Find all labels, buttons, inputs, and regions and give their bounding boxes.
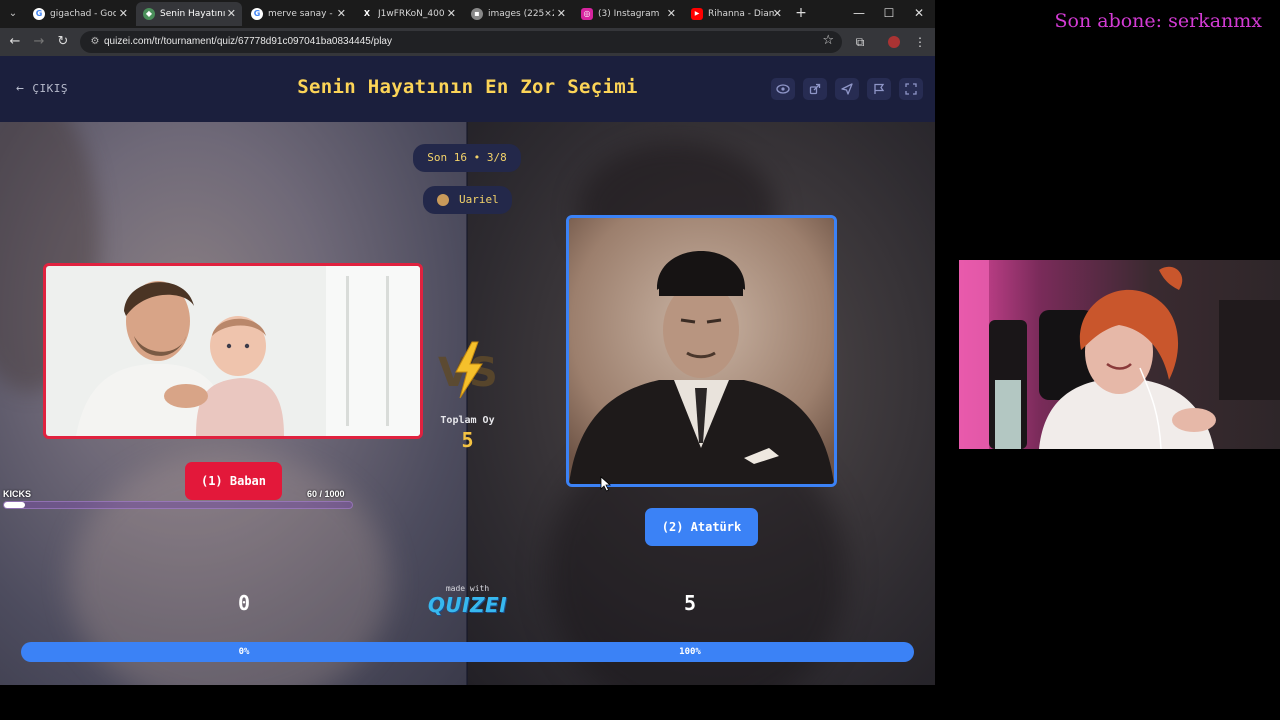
choice-left-button[interactable]: (1) Baban — [185, 462, 282, 500]
extensions-icon[interactable]: ⧉ — [850, 32, 870, 52]
kicks-label: KICKS — [3, 489, 32, 499]
tab-gigachad[interactable]: G gigachad - Goog ✕ — [26, 2, 134, 26]
tab-merve-sanay[interactable]: G merve sanay - Go ✕ — [244, 2, 352, 26]
quizei-logo[interactable]: QUIZEI — [420, 593, 515, 617]
total-votes-value: 5 — [461, 428, 474, 452]
mouse-cursor-icon — [600, 476, 612, 492]
flag-icon[interactable] — [867, 78, 891, 100]
google-icon: G — [33, 8, 45, 20]
forward-icon[interactable]: → — [30, 33, 48, 51]
ataturk-portrait-photo — [569, 218, 834, 484]
vs-lightning-logo: VS — [436, 340, 500, 400]
window-close-icon[interactable]: ✕ — [908, 3, 930, 23]
tab-rihanna[interactable]: ▶ Rihanna - Diamo ✕ — [684, 2, 788, 26]
father-baby-photo — [46, 266, 420, 436]
kicks-count: 60 / 1000 — [307, 489, 345, 499]
round-badge: Son 16 • 3/8 — [413, 144, 521, 172]
site-info-icon[interactable]: ⚙ — [88, 35, 102, 49]
tab-images[interactable]: ▪ images (225×22 ✕ — [464, 2, 572, 26]
page-header: ← ÇIKIŞ Senin Hayatının En Zor Seçimi — [0, 56, 935, 122]
fullscreen-icon[interactable] — [899, 78, 923, 100]
tab-label: J1wFRKoN_400x4 — [378, 9, 444, 19]
tab-label: images (225×22 — [488, 9, 554, 19]
minimize-icon[interactable]: — — [848, 3, 870, 23]
address-bar[interactable]: ⚙ quizei.com/tr/tournament/quiz/67778d91… — [80, 31, 842, 53]
back-icon[interactable]: ← — [6, 33, 24, 51]
close-icon[interactable]: ✕ — [447, 2, 456, 26]
close-icon[interactable]: ✕ — [557, 2, 566, 26]
tab-label: (3) Instagram — [598, 9, 660, 19]
screen: ⌄ G gigachad - Goog ✕ ◆ Senin Hayatının … — [0, 0, 1280, 720]
left-percent: 0% — [238, 647, 250, 657]
tab-x-image[interactable]: X J1wFRKoN_400x4 ✕ — [354, 2, 462, 26]
profile-avatar[interactable] — [884, 32, 904, 52]
close-icon[interactable]: ✕ — [667, 2, 676, 26]
right-percent: 100% — [679, 647, 701, 657]
tab-senin-hayatinin[interactable]: ◆ Senin Hayatının E ✕ — [136, 2, 242, 26]
result-bar: 0% 100% — [21, 642, 914, 662]
choice-right-button[interactable]: (2) Atatürk — [645, 508, 758, 546]
tab-label: Rihanna - Diamo — [708, 9, 774, 19]
new-tab-button[interactable]: + — [792, 4, 810, 22]
creator-badge[interactable]: Uariel — [423, 186, 512, 214]
vote-stage: Son 16 • 3/8 Uariel Toplam Oy 5 (1) Baba… — [0, 122, 935, 685]
youtube-icon: ▶ — [691, 8, 703, 20]
tab-search-icon[interactable]: ⌄ — [4, 5, 22, 23]
url-text: quizei.com/tr/tournament/quiz/67778d91c0… — [104, 36, 392, 47]
bookmark-star-icon[interactable]: ☆ — [822, 33, 834, 48]
maximize-icon[interactable]: ☐ — [878, 3, 900, 23]
kicks-progress-fill — [4, 502, 25, 508]
right-score: 5 — [683, 591, 697, 615]
total-votes-label: Toplam Oy — [440, 415, 495, 426]
menu-kebab-icon[interactable]: ⋮ — [910, 32, 930, 52]
close-icon[interactable]: ✕ — [337, 2, 346, 26]
quizei-icon: ◆ — [143, 8, 155, 20]
send-icon[interactable] — [835, 78, 859, 100]
creator-name: Uariel — [459, 193, 499, 206]
browser-window: ⌄ G gigachad - Goog ✕ ◆ Senin Hayatının … — [0, 0, 935, 685]
browser-toolbar: ← → ↻ ⚙ quizei.com/tr/tournament/quiz/67… — [0, 28, 935, 56]
last-subscriber-alert: Son abone: serkanmx — [1054, 10, 1262, 32]
tab-label: Senin Hayatının E — [160, 9, 226, 19]
eye-icon[interactable] — [771, 78, 795, 100]
close-icon[interactable]: ✕ — [773, 2, 782, 26]
share-icon[interactable] — [803, 78, 827, 100]
instagram-icon: ◎ — [581, 8, 593, 20]
streamer-webcam-image — [959, 260, 1280, 449]
close-icon[interactable]: ✕ — [227, 2, 236, 26]
choice-card-right[interactable] — [566, 215, 837, 487]
image-icon: ▪ — [471, 8, 483, 20]
tab-strip: ⌄ G gigachad - Goog ✕ ◆ Senin Hayatının … — [0, 0, 935, 28]
creator-avatar — [437, 194, 449, 206]
tab-label: merve sanay - Go — [268, 9, 334, 19]
x-icon: X — [363, 9, 371, 18]
kicks-progress-bar — [3, 501, 353, 509]
made-with-label: made with — [445, 584, 490, 593]
tab-instagram[interactable]: ◎ (3) Instagram ✕ — [574, 2, 682, 26]
quiz-page: ← ÇIKIŞ Senin Hayatının En Zor Seçimi So… — [0, 56, 935, 685]
reload-icon[interactable]: ↻ — [54, 33, 72, 51]
choice-card-left[interactable] — [43, 263, 423, 439]
webcam-feed — [959, 260, 1280, 449]
close-icon[interactable]: ✕ — [119, 2, 128, 26]
google-icon: G — [251, 8, 263, 20]
tab-label: gigachad - Goog — [50, 9, 116, 19]
left-score: 0 — [237, 591, 251, 615]
